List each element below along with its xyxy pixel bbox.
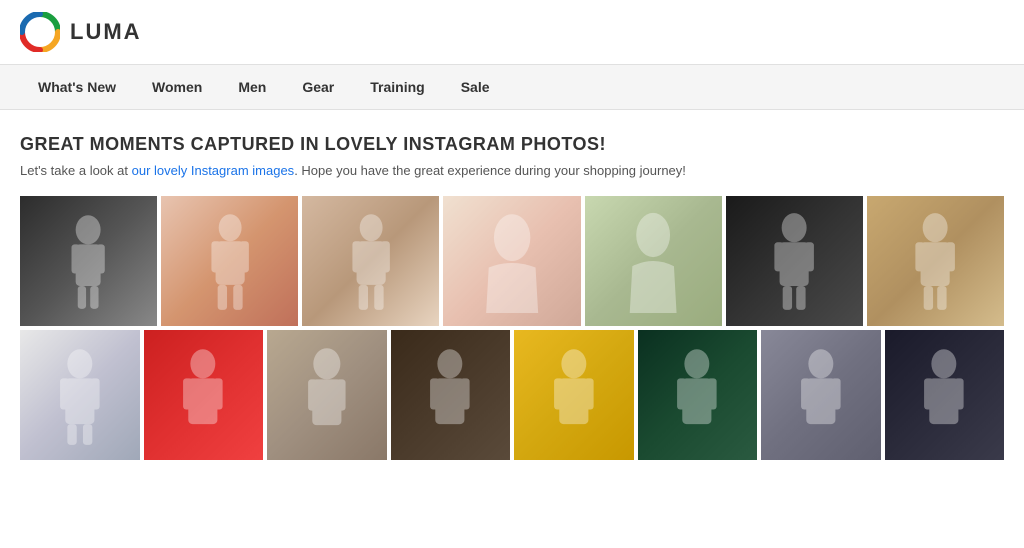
photo-item-10[interactable] [267,330,387,460]
photo-item-1[interactable] [20,196,157,326]
nav-item-gear[interactable]: Gear [284,65,352,109]
photo-item-11[interactable] [391,330,511,460]
nav-link-sale[interactable]: Sale [443,65,508,109]
nav-link-training[interactable]: Training [352,65,442,109]
nav-item-sale[interactable]: Sale [443,65,508,109]
photo-grid [20,196,1004,460]
photo-item-3[interactable] [302,196,439,326]
nav-item-training[interactable]: Training [352,65,442,109]
photo-item-4[interactable] [443,196,580,326]
photo-item-14[interactable] [761,330,881,460]
section-subtitle: Let's take a look at our lovely Instagra… [20,163,1004,178]
logo-container[interactable]: LUMA [20,12,142,52]
nav-link-women[interactable]: Women [134,65,220,109]
nav-list: What's New Women Men Gear Training Sale [20,65,1004,109]
photo-row-1 [20,196,1004,326]
photo-item-13[interactable] [638,330,758,460]
main-content: GREAT MOMENTS CAPTURED IN LOVELY INSTAGR… [0,110,1024,480]
photo-item-7[interactable] [867,196,1004,326]
nav-item-women[interactable]: Women [134,65,220,109]
photo-row-2 [20,330,1004,460]
luma-logo-icon [20,12,60,52]
nav-item-men[interactable]: Men [220,65,284,109]
photo-item-12[interactable] [514,330,634,460]
nav-link-gear[interactable]: Gear [284,65,352,109]
photo-item-5[interactable] [585,196,722,326]
photo-item-15[interactable] [885,330,1005,460]
nav-item-whats-new[interactable]: What's New [20,65,134,109]
instagram-link[interactable]: our lovely Instagram images [132,163,295,178]
header: LUMA [0,0,1024,65]
logo-text: LUMA [70,19,142,45]
photo-item-8[interactable] [20,330,140,460]
main-nav: What's New Women Men Gear Training Sale [0,65,1024,110]
photo-item-9[interactable] [144,330,264,460]
photo-item-6[interactable] [726,196,863,326]
nav-link-men[interactable]: Men [220,65,284,109]
nav-link-whats-new[interactable]: What's New [20,65,134,109]
photo-item-2[interactable] [161,196,298,326]
section-title: GREAT MOMENTS CAPTURED IN LOVELY INSTAGR… [20,134,1004,155]
